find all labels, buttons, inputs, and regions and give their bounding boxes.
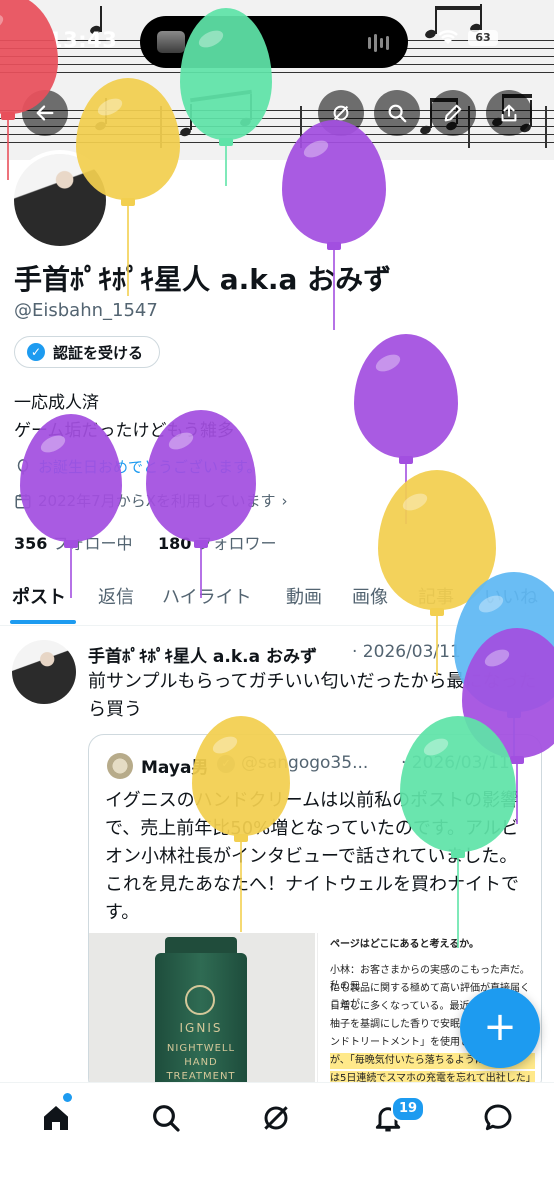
nav-grok[interactable] [256,1098,296,1138]
nav-home[interactable] [36,1098,76,1138]
post-author[interactable]: 手首ﾎﾟｷﾎﾟｷ星人 a.k.a おみず [88,642,317,667]
quote-avatar [107,753,133,779]
edit-button[interactable] [430,90,476,136]
quote-text: イグニスのハンドクリームは以前私のポストの影響で、売上前年比50%増となっていた… [105,790,519,923]
profile-tabs: ポスト 返信 ハイライト 動画 画像 記事 いいね [0,575,554,626]
wifi-icon [436,28,460,50]
display-name: 手首ﾎﾟｷﾎﾟｷ星人 a.k.a おみず [14,263,392,296]
followers-label[interactable]: フォロワー [196,534,276,553]
join-date[interactable]: 2022年7月からXを利用しています › [14,490,288,511]
follow-stats: 356 フォロー中 180 フォロワー [14,530,276,554]
product-name: TREATMENT [166,1071,236,1082]
audio-wave-icon [368,37,371,49]
tab-videos[interactable]: 動画 [286,583,322,609]
bio-line: ゲーム垢だったけどもう雑多 [14,421,234,441]
grok-button[interactable] [318,90,364,136]
audio-wave-bar [386,36,389,50]
product-name: NIGHTWELL [166,1043,236,1054]
following-count[interactable]: 356 [14,534,47,553]
get-verified-label: 認証を受ける [53,343,144,362]
home-icon [44,1106,68,1130]
grok-icon [264,1106,288,1130]
balloon-icon [17,458,29,474]
birthday-text: お誕生日おめでとうございます。 [38,458,262,476]
chat-icon [484,1104,512,1131]
status-time: 13:43 [48,28,118,52]
verified-check-icon: ✓ [27,343,45,361]
quote-date: · 2026/03/11 [401,753,510,773]
search-icon [388,104,407,123]
tab-likes[interactable]: いいね [484,583,538,609]
product-photo[interactable]: IGNIS NIGHTWELL HAND TREATMENT [89,933,315,1093]
user-handle: @Eisbahn_1547 [14,300,158,321]
product-brand: IGNIS [179,1021,223,1035]
post-avatar[interactable] [12,640,76,704]
arrow-left-icon [36,105,54,121]
quote-handle: @sangogo35... [241,753,369,773]
birthday-info: お誕生日おめでとうございます。 [14,456,262,477]
grok-icon [333,105,349,121]
search-icon [153,1105,180,1132]
battery-indicator: 63 [468,30,498,46]
verified-badge-icon: ✓ [217,755,235,773]
post-text: 前サンプルもらってガチいい匂いだったから最になったら買う [88,671,537,720]
calendar-icon [15,493,31,508]
product-name: HAND [184,1057,218,1068]
followers-count[interactable]: 180 [158,534,191,553]
share-icon [501,104,517,122]
audio-wave-bar [374,34,377,52]
tab-posts[interactable]: ポスト [12,583,66,609]
following-label[interactable]: フォロー中 [53,534,133,553]
article-heading: ページはどこにあると考えるか。 [330,939,479,950]
nav-search[interactable] [146,1098,186,1138]
home-unread-dot [63,1093,72,1102]
balloon [354,334,458,530]
search-button[interactable] [374,90,420,136]
brand-logo-icon [185,985,215,1015]
tab-photos[interactable]: 画像 [352,583,388,609]
tab-articles[interactable]: 記事 [418,583,454,609]
notifications-badge: 19 [391,1096,425,1122]
nav-messages[interactable] [478,1098,518,1138]
tab-highlights[interactable]: ハイライト [162,583,252,609]
chevron-right-icon: › [281,491,288,510]
active-tab-indicator [10,620,76,624]
tab-replies[interactable]: 返信 [98,583,134,609]
get-verified-button[interactable]: ✓ 認証を受ける [14,336,161,368]
share-button[interactable] [486,90,532,136]
join-date-text: 2022年7月からXを利用しています [38,492,276,510]
now-playing-thumbnail [157,31,185,53]
bio-line: 一応成人済 [14,393,99,413]
back-button[interactable] [22,90,68,136]
pencil-icon [444,104,462,122]
post-date[interactable]: · 2026/03/11 [352,642,461,662]
quote-author: Maya男 [141,758,209,778]
audio-wave-bar [380,38,383,48]
compose-button[interactable]: + [460,988,540,1068]
profile-avatar[interactable] [10,150,110,250]
